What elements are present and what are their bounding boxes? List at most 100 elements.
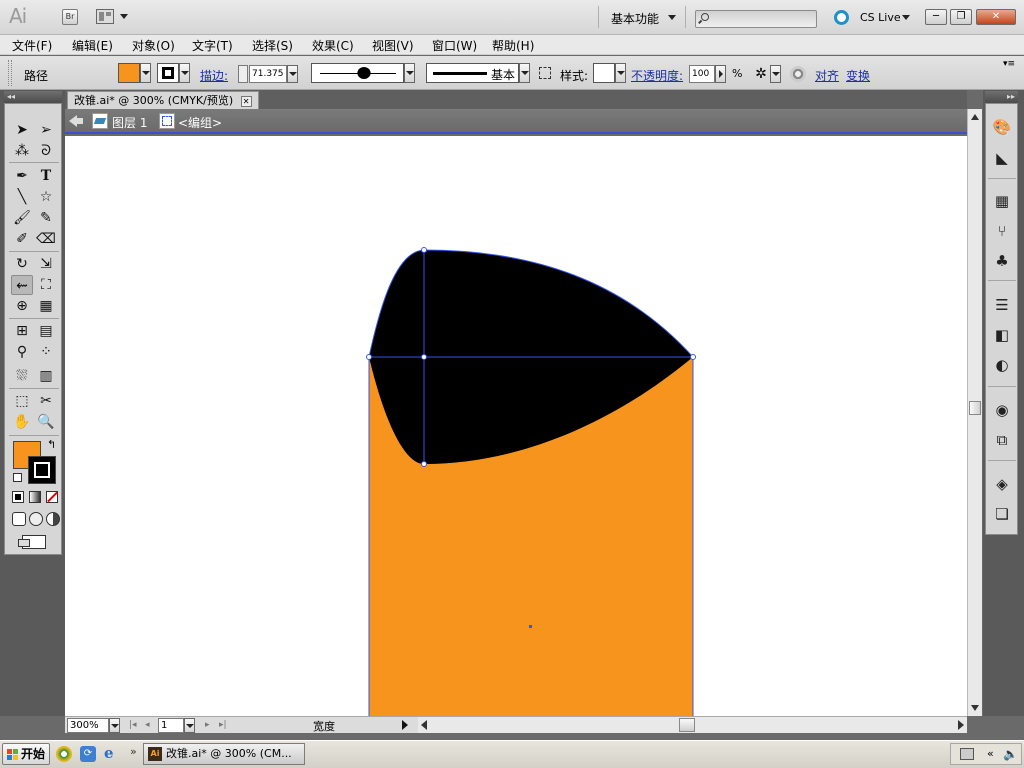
profile-dropdown[interactable] xyxy=(404,63,415,83)
layers-panel-icon[interactable]: ◈ xyxy=(992,475,1012,493)
prev-artboard-icon[interactable]: ◂ xyxy=(145,720,150,730)
align-link[interactable]: 对齐 xyxy=(815,67,839,84)
menu-effect[interactable]: 效果(C) xyxy=(312,37,354,54)
pen-tool-icon[interactable]: ✒ xyxy=(11,166,33,186)
magic-wand-tool-icon[interactable]: ⁂ xyxy=(11,141,33,161)
scroll-up-icon[interactable] xyxy=(971,114,979,120)
scroll-left-icon[interactable] xyxy=(421,720,427,730)
status-label[interactable]: 宽度 xyxy=(313,718,335,734)
chevron-down-icon[interactable] xyxy=(668,15,676,20)
options-icon[interactable] xyxy=(539,67,551,79)
gradient-panel-icon[interactable]: ◧ xyxy=(992,326,1012,344)
slice-tool-icon[interactable]: ✂ xyxy=(35,391,57,411)
artboards-panel-icon[interactable]: ❏ xyxy=(992,505,1012,523)
direct-selection-tool-icon[interactable]: ➢ xyxy=(35,120,57,140)
next-artboard-icon[interactable]: ▸ xyxy=(205,720,210,730)
gradient-tool-icon[interactable]: ▤ xyxy=(35,321,57,341)
gradient-mode-icon[interactable] xyxy=(29,491,41,503)
transparency-panel-icon[interactable]: ◐ xyxy=(992,356,1012,374)
artwork[interactable] xyxy=(65,136,967,716)
first-artboard-icon[interactable]: |◂ xyxy=(129,720,137,730)
keyboard-icon[interactable] xyxy=(960,748,974,760)
bridge-button[interactable]: Br xyxy=(62,9,78,25)
scroll-right-icon[interactable] xyxy=(958,720,964,730)
fill-dropdown[interactable] xyxy=(140,63,151,83)
pencil-tool-icon[interactable]: ✎ xyxy=(35,208,57,228)
swatches-icon[interactable]: ▦ xyxy=(992,192,1012,210)
screen-mode-icon[interactable] xyxy=(18,535,46,549)
arrange-documents-icon[interactable] xyxy=(96,9,114,24)
stroke-panel-icon[interactable]: ☰ xyxy=(992,296,1012,314)
default-colors-icon[interactable] xyxy=(13,473,22,482)
chevron-down-icon[interactable] xyxy=(120,14,128,19)
minimize-button[interactable]: ─ xyxy=(925,9,947,25)
color-guide-icon[interactable]: ◣ xyxy=(992,149,1012,167)
draw-inside-icon[interactable] xyxy=(46,512,60,526)
eraser-tool-icon[interactable]: ⌫ xyxy=(35,229,57,249)
chevron-down-icon[interactable] xyxy=(902,15,910,20)
ie-icon[interactable]: e xyxy=(104,745,120,761)
stroke-weight-stepper[interactable] xyxy=(238,65,248,83)
artboard-field[interactable]: 1 xyxy=(158,718,184,733)
blend-tool-icon[interactable]: ⁘ xyxy=(35,342,57,362)
free-transform-tool-icon[interactable]: ⛶ xyxy=(35,275,57,295)
help-search-input[interactable] xyxy=(695,10,817,28)
speaker-icon[interactable]: 🔈 xyxy=(1003,747,1018,761)
zoom-dropdown[interactable] xyxy=(109,718,120,733)
panel-menu-icon[interactable]: ▾≡ xyxy=(1003,59,1015,69)
width-tool-icon[interactable]: ⇜ xyxy=(11,275,33,295)
recolor-wand-icon[interactable]: ✲ xyxy=(752,65,770,83)
fill-swatch[interactable] xyxy=(118,63,140,83)
none-mode-icon[interactable] xyxy=(46,491,58,503)
scroll-thumb[interactable] xyxy=(679,718,695,732)
gear-icon[interactable] xyxy=(790,66,806,82)
rotate-tool-icon[interactable]: ↻ xyxy=(11,254,33,274)
workspace-switcher[interactable]: 基本功能 xyxy=(611,10,659,27)
start-button[interactable]: 开始 xyxy=(2,743,50,765)
menu-window[interactable]: 窗口(W) xyxy=(432,37,477,54)
horizontal-scrollbar[interactable] xyxy=(418,716,967,733)
color-mode-icon[interactable] xyxy=(12,491,24,503)
vertical-scrollbar[interactable] xyxy=(967,109,982,716)
status-menu-icon[interactable] xyxy=(402,720,408,730)
graphic-styles-icon[interactable]: ⧉ xyxy=(992,431,1012,449)
last-artboard-icon[interactable]: ▸| xyxy=(219,720,227,730)
hand-tool-icon[interactable]: ✋ xyxy=(11,412,33,432)
brushes-icon[interactable]: ⑂ xyxy=(992,222,1012,240)
perspective-grid-tool-icon[interactable]: ▦ xyxy=(35,296,57,316)
opacity-field[interactable]: 100 xyxy=(689,65,715,83)
menu-type[interactable]: 文字(T) xyxy=(192,37,233,54)
close-tab-icon[interactable]: ✕ xyxy=(240,95,252,107)
line-tool-icon[interactable]: ╲ xyxy=(11,187,33,207)
browser-icon[interactable] xyxy=(56,746,72,762)
zoom-tool-icon[interactable]: 🔍 xyxy=(35,412,57,432)
stroke-dropdown[interactable] xyxy=(179,63,190,83)
menu-help[interactable]: 帮助(H) xyxy=(492,37,534,54)
scroll-thumb[interactable] xyxy=(969,401,981,415)
draw-normal-icon[interactable] xyxy=(12,512,26,526)
menu-select[interactable]: 选择(S) xyxy=(252,37,293,54)
breadcrumb-layer[interactable]: 图层 1 xyxy=(112,114,147,131)
draw-behind-icon[interactable] xyxy=(29,512,43,526)
recolor-dropdown[interactable] xyxy=(770,65,781,83)
menu-view[interactable]: 视图(V) xyxy=(372,37,414,54)
stroke-weight-field[interactable]: 71.375 xyxy=(249,65,287,83)
stroke-swatch[interactable] xyxy=(157,63,179,83)
color-palette-icon[interactable]: 🎨 xyxy=(992,118,1012,136)
appearance-panel-icon[interactable]: ◉ xyxy=(992,401,1012,419)
scroll-down-icon[interactable] xyxy=(971,705,979,711)
brush-definition[interactable]: 基本 xyxy=(426,63,519,83)
stroke-link[interactable]: 描边: xyxy=(200,67,228,84)
opacity-flyout[interactable] xyxy=(715,65,726,83)
eyedropper-tool-icon[interactable]: ⚲ xyxy=(11,342,33,362)
artboard-tool-icon[interactable]: ⬚ xyxy=(11,391,33,411)
more-icon[interactable]: » xyxy=(130,745,137,758)
tools-panel-header[interactable]: ◂◂ xyxy=(4,91,62,103)
symbol-sprayer-tool-icon[interactable]: ⛆ xyxy=(11,366,33,386)
back-arrow-icon[interactable] xyxy=(69,114,85,128)
artboard-dropdown[interactable] xyxy=(184,718,195,733)
menu-object[interactable]: 对象(O) xyxy=(132,37,175,54)
restore-button[interactable]: ❐ xyxy=(950,9,972,25)
swap-colors-icon[interactable]: ↰ xyxy=(47,438,56,451)
column-graph-tool-icon[interactable]: ▥ xyxy=(35,366,57,386)
